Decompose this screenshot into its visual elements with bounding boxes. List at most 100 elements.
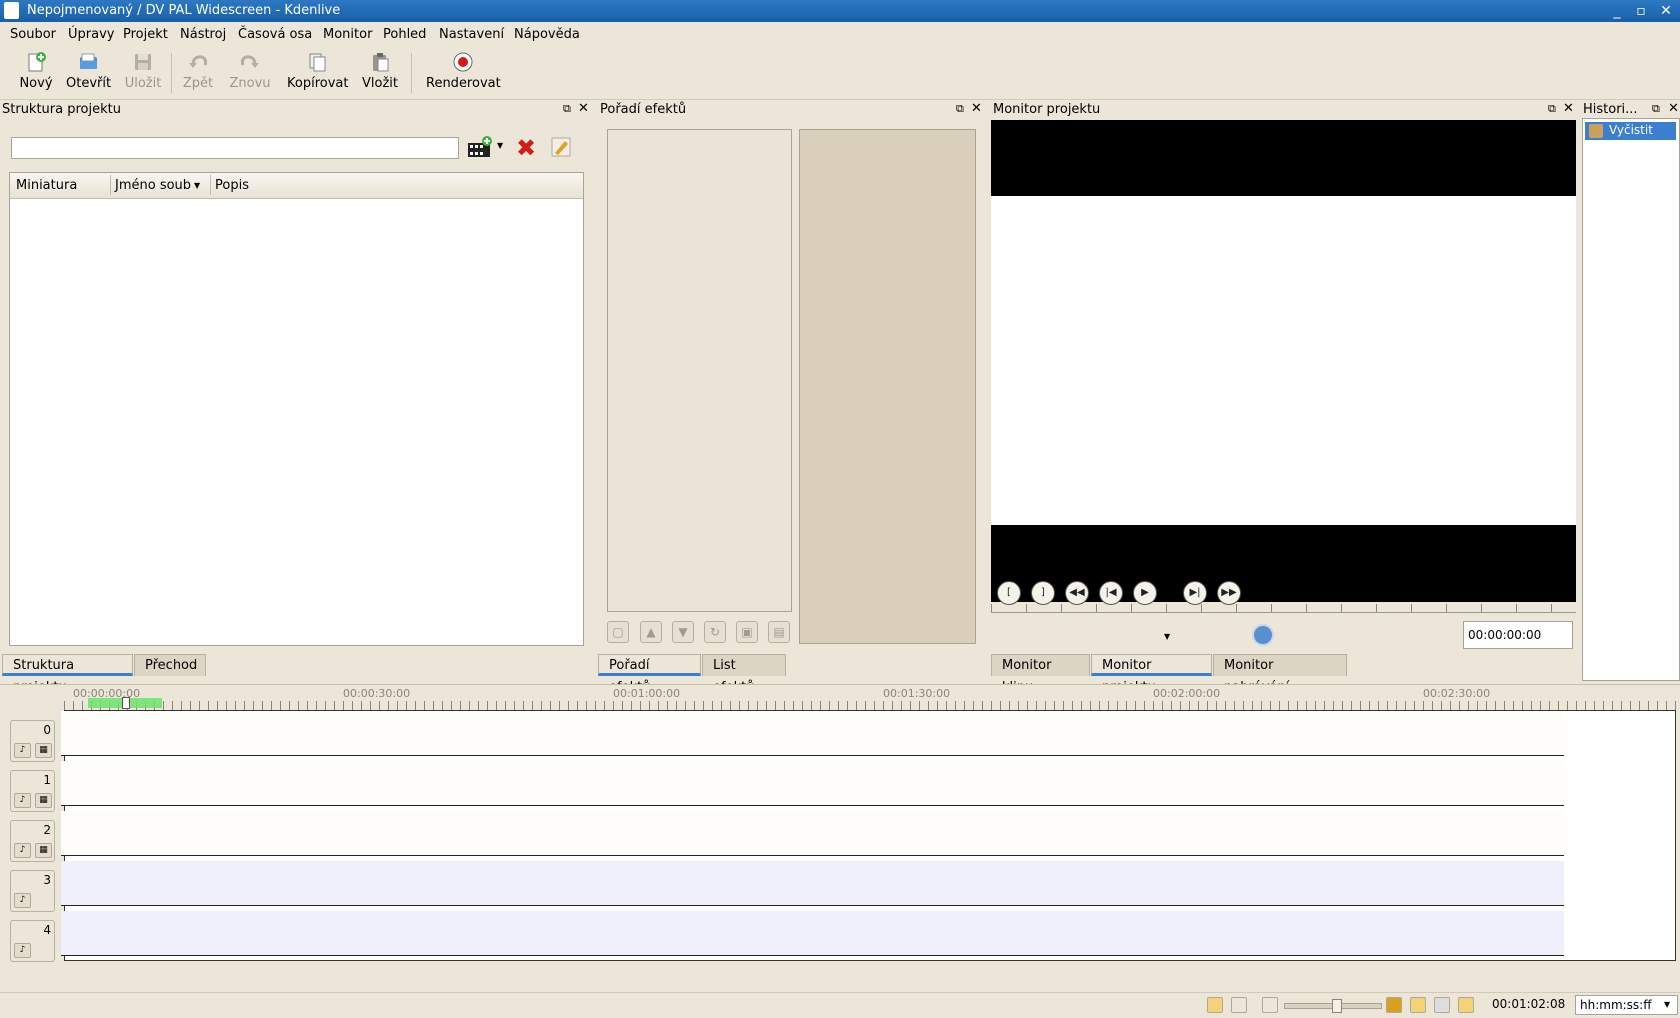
- track-header-3[interactable]: 3 ♪: [10, 870, 55, 912]
- video-track-0[interactable]: [61, 711, 1564, 756]
- track-header-4[interactable]: 4 ♪: [10, 920, 55, 962]
- close-panel-icon[interactable]: ✕: [971, 101, 982, 116]
- menu-upravy[interactable]: Úpravy: [68, 27, 114, 42]
- paste-button[interactable]: Vložit: [362, 51, 398, 91]
- float-panel-icon[interactable]: ⧉: [956, 102, 964, 116]
- audio-track-4[interactable]: [61, 911, 1564, 956]
- tab-clip-monitor[interactable]: Monitor klipu: [991, 654, 1090, 695]
- audio-thumbnails-icon[interactable]: [1410, 997, 1426, 1013]
- audio-track-3[interactable]: [61, 861, 1564, 906]
- speaker-mute-icon[interactable]: ♪: [14, 893, 31, 908]
- next-frame-icon[interactable]: ▶|: [1183, 581, 1207, 605]
- history-list[interactable]: Vyčistit: [1582, 118, 1680, 681]
- set-zone-end-icon[interactable]: ]: [1031, 581, 1055, 605]
- move-up-icon[interactable]: ▲: [640, 621, 662, 643]
- time-format-select[interactable]: hh:mm:ss:ff ▼: [1575, 995, 1678, 1015]
- add-clip-button[interactable]: [467, 136, 495, 164]
- column-thumbnail[interactable]: Miniatura: [16, 178, 77, 193]
- menu-monitor[interactable]: Monitor: [323, 27, 372, 42]
- project-clip-list[interactable]: Miniatura Jméno soub ▼ Popis: [9, 172, 584, 646]
- minimize-button[interactable]: _: [1608, 2, 1626, 20]
- edit-clip-button[interactable]: [550, 136, 572, 162]
- redo-button[interactable]: Znovu: [228, 51, 272, 91]
- speaker-mute-icon[interactable]: ♪: [14, 743, 31, 758]
- menu-napoveda[interactable]: Nápověda: [514, 27, 580, 42]
- video-track-1[interactable]: [61, 761, 1564, 806]
- render-button[interactable]: Renderovat: [426, 51, 501, 91]
- monitor-timecode-field[interactable]: [1463, 621, 1573, 649]
- add-clip-dropdown-icon[interactable]: ▼: [497, 141, 503, 150]
- new-button[interactable]: Nový: [18, 51, 54, 91]
- window-title: Nepojmenovaný / DV PAL Widescreen - Kden…: [27, 3, 341, 18]
- reset-effect-icon[interactable]: ↻: [704, 621, 726, 643]
- menu-bar: Soubor Úpravy Projekt Nástroj Časová osa…: [0, 22, 1680, 46]
- menu-projekt[interactable]: Projekt: [123, 27, 168, 42]
- zoom-slider-handle[interactable]: [1332, 999, 1342, 1013]
- menu-pohled[interactable]: Pohled: [383, 27, 426, 42]
- video-toggle-icon[interactable]: ▦: [35, 743, 52, 758]
- rewind-icon[interactable]: ◀◀: [1065, 581, 1089, 605]
- video-thumbnails-icon[interactable]: [1386, 997, 1402, 1013]
- tab-effect-stack[interactable]: Pořadí efektů: [598, 654, 701, 695]
- video-toggle-icon[interactable]: ▦: [35, 843, 52, 858]
- menu-nastaveni[interactable]: Nastavení: [439, 27, 504, 42]
- float-panel-icon[interactable]: ⧉: [1548, 102, 1556, 116]
- close-panel-icon[interactable]: ✕: [1563, 101, 1574, 116]
- column-description[interactable]: Popis: [215, 178, 249, 193]
- ruler-label: 00:00:30:00: [343, 687, 411, 700]
- monitor-ruler[interactable]: [991, 604, 1576, 613]
- razor-tool-icon[interactable]: [1231, 997, 1247, 1013]
- track-header-1[interactable]: 1 ♪ ▦: [10, 770, 55, 812]
- delete-effect-icon[interactable]: ▤: [768, 621, 790, 643]
- tab-project-monitor[interactable]: Monitor projektu: [1091, 654, 1212, 695]
- save-button[interactable]: Uložit: [124, 51, 162, 91]
- track-header-0[interactable]: 0 ♪ ▦: [10, 720, 55, 762]
- undo-button[interactable]: Zpět: [180, 51, 216, 91]
- new-effect-icon[interactable]: ▢: [607, 621, 629, 643]
- menu-nastroj[interactable]: Nástroj: [180, 27, 226, 42]
- tab-record-monitor[interactable]: Monitor nahrávání: [1213, 654, 1347, 695]
- maximize-button[interactable]: ▫: [1632, 2, 1650, 20]
- add-clip-icon: [468, 136, 492, 157]
- float-panel-icon[interactable]: ⧉: [563, 102, 571, 116]
- move-down-icon[interactable]: ▼: [672, 621, 694, 643]
- tab-transition[interactable]: Přechod: [134, 654, 206, 676]
- speaker-mute-icon[interactable]: ♪: [14, 793, 31, 808]
- float-panel-icon[interactable]: ⧉: [1652, 102, 1660, 116]
- close-panel-icon[interactable]: ✕: [1668, 101, 1679, 116]
- tab-project-tree[interactable]: Struktura projektu: [2, 654, 133, 695]
- menu-soubor[interactable]: Soubor: [10, 27, 56, 42]
- open-button[interactable]: Otevřít: [66, 51, 111, 91]
- video-toggle-icon[interactable]: ▦: [35, 793, 52, 808]
- speaker-mute-icon[interactable]: ♪: [14, 843, 31, 858]
- copy-button[interactable]: Kopírovat: [287, 51, 348, 91]
- project-search-input[interactable]: [11, 137, 459, 159]
- previous-frame-icon[interactable]: |◀: [1099, 581, 1123, 605]
- track-header-2[interactable]: 2 ♪ ▦: [10, 820, 55, 862]
- video-track-2[interactable]: [61, 811, 1564, 856]
- forward-icon[interactable]: ▶▶: [1217, 581, 1241, 605]
- column-filename[interactable]: Jméno soub: [115, 178, 191, 193]
- delete-clip-icon[interactable]: ✖: [516, 134, 536, 162]
- menu-casova-osa[interactable]: Časová osa: [238, 27, 312, 42]
- zoom-slider[interactable]: [1284, 999, 1382, 1013]
- close-panel-icon[interactable]: ✕: [578, 101, 589, 116]
- fit-zoom-icon[interactable]: [1262, 997, 1278, 1013]
- monitor-settings-icon[interactable]: [1252, 624, 1274, 646]
- snap-icon[interactable]: [1458, 997, 1474, 1013]
- save-effect-icon[interactable]: ▣: [736, 621, 758, 643]
- set-zone-start-icon[interactable]: [: [997, 581, 1021, 605]
- tab-effect-list[interactable]: List efektů: [702, 654, 786, 695]
- history-item[interactable]: Vyčistit: [1585, 122, 1676, 140]
- monitor-video-frame[interactable]: [991, 120, 1576, 602]
- new-label: Nový: [19, 76, 53, 91]
- selection-tool-icon[interactable]: [1207, 997, 1223, 1013]
- effect-list[interactable]: [607, 129, 792, 612]
- close-window-button[interactable]: ✕: [1657, 2, 1675, 20]
- kdenlive-app-icon: [4, 2, 19, 19]
- play-icon[interactable]: ▶: [1133, 581, 1157, 605]
- speaker-mute-icon[interactable]: ♪: [14, 943, 31, 958]
- show-markers-icon[interactable]: [1434, 997, 1450, 1013]
- play-dropdown-icon[interactable]: ▼: [1164, 632, 1170, 641]
- clear-history-icon: [1589, 124, 1603, 138]
